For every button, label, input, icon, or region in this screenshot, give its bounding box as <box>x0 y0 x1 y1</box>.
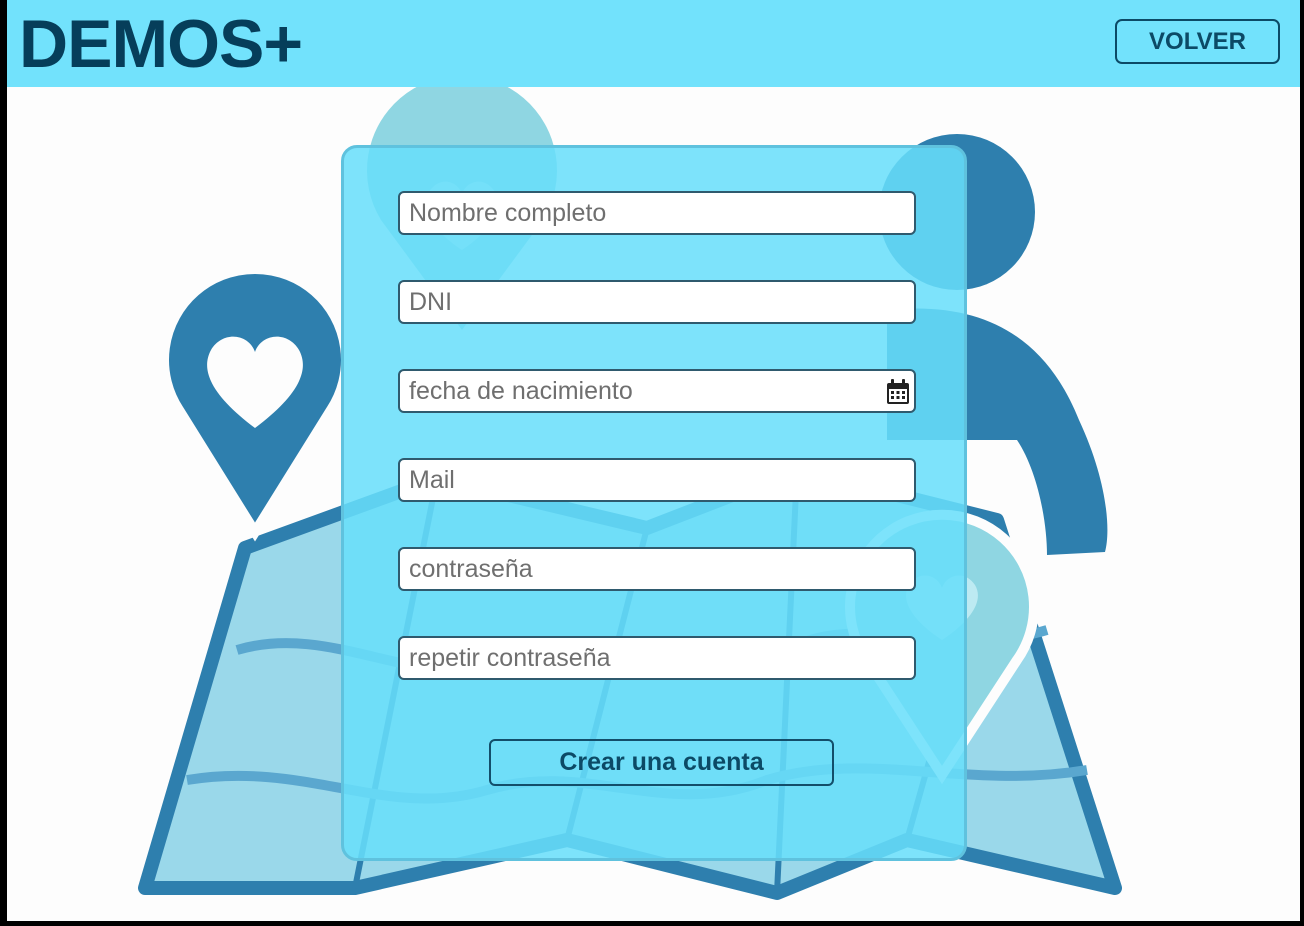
app-frame: DEMOS+ VOLVER Nombre completo DNI fecha … <box>7 0 1300 921</box>
header-bar: DEMOS+ VOLVER <box>7 0 1300 87</box>
password-field[interactable] <box>398 547 916 591</box>
dni-field[interactable] <box>398 280 916 324</box>
repeat-password-input[interactable] <box>400 638 914 678</box>
birth-date-input[interactable] <box>400 371 914 411</box>
full-name-field[interactable] <box>398 191 916 235</box>
create-account-button[interactable]: Crear una cuenta <box>489 739 834 786</box>
app-logo: DEMOS+ <box>19 6 303 82</box>
back-button[interactable]: VOLVER <box>1115 19 1280 64</box>
repeat-password-field[interactable] <box>398 636 916 680</box>
calendar-icon[interactable] <box>885 378 911 406</box>
mail-input[interactable] <box>400 460 914 500</box>
full-name-input[interactable] <box>400 193 914 233</box>
birth-date-field[interactable] <box>398 369 916 413</box>
heart-pin-icon <box>159 263 351 542</box>
mail-field[interactable] <box>398 458 916 502</box>
registration-form: Crear una cuenta <box>341 145 967 861</box>
dni-input[interactable] <box>400 282 914 322</box>
password-input[interactable] <box>400 549 914 589</box>
